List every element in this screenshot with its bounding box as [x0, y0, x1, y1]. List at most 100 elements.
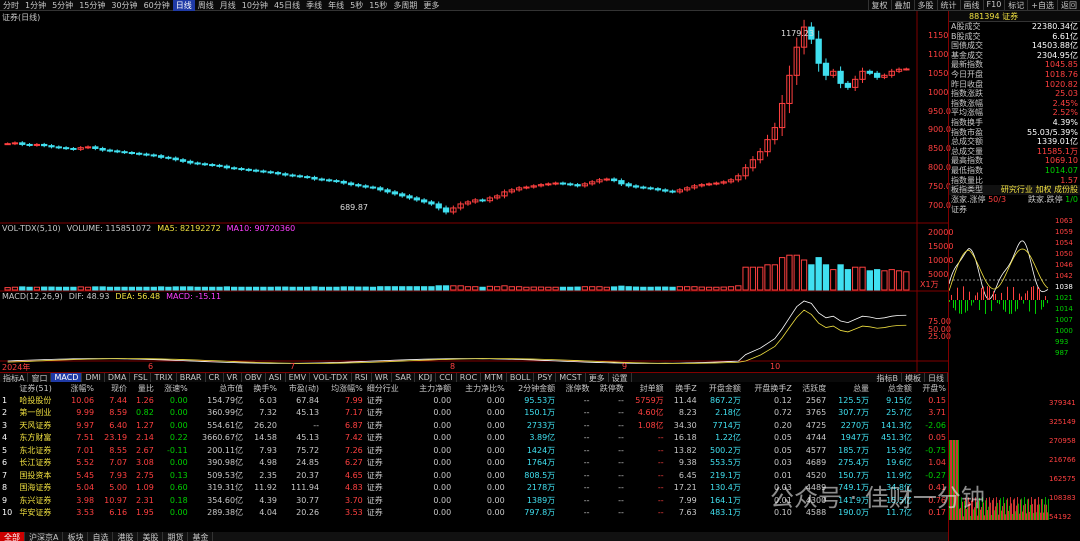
- column-header-0[interactable]: [0, 383, 17, 394]
- period-tab-5[interactable]: 60分钟: [141, 0, 173, 11]
- right-tab-1[interactable]: 模板: [902, 373, 925, 383]
- indicator-tab-9[interactable]: VR: [224, 373, 242, 382]
- table-row[interactable]: 1 哈投股份 10.06 7.44 1.26 0.00 154.79亿 6.03 67.84 7.…: [0, 394, 948, 407]
- period-tab-2[interactable]: 5分钟: [49, 0, 76, 11]
- column-header-4[interactable]: 量比: [129, 383, 156, 394]
- column-header-16[interactable]: 封单额: [626, 383, 666, 394]
- indicator-tab-7[interactable]: BRAR: [177, 373, 206, 382]
- toolbar-button-0[interactable]: 复权: [867, 0, 891, 11]
- period-tab-6[interactable]: 日线: [172, 0, 195, 11]
- indicator-tab-2[interactable]: MACD: [51, 373, 83, 382]
- table-cell: 7.51: [76, 433, 95, 443]
- indicator-tab-0[interactable]: 指标A: [0, 373, 29, 383]
- table-row[interactable]: 4 东方财富 7.51 23.19 2.14 0.22 3660.67亿 14.58 45.13…: [0, 432, 948, 445]
- period-tab-15[interactable]: 多周期: [390, 0, 420, 11]
- column-header-21[interactable]: 总量: [828, 383, 871, 394]
- toolbar-button-8[interactable]: 返回: [1057, 0, 1080, 11]
- indicator-tab-10[interactable]: OBV: [242, 373, 266, 382]
- column-header-1[interactable]: 证券(51): [17, 383, 62, 394]
- column-header-2[interactable]: 涨幅%: [62, 383, 96, 394]
- table-row[interactable]: 6 长江证券 5.52 7.07 3.08 0.00 390.98亿 4.98 24.85 6.2…: [0, 457, 948, 470]
- column-header-9[interactable]: 均涨幅%: [321, 383, 365, 394]
- toolbar-button-2[interactable]: 多股: [913, 0, 937, 11]
- indicator-tab-6[interactable]: TRIX: [151, 373, 177, 382]
- period-tab-1[interactable]: 1分钟: [22, 0, 49, 11]
- market-tab-1[interactable]: 沪深京A: [25, 532, 64, 541]
- table-row[interactable]: 5 东北证券 7.01 8.55 2.67 -0.11 200.11亿 7.93 75.72 7.…: [0, 444, 948, 457]
- chart-area[interactable]: [0, 11, 948, 373]
- indicator-tab-22[interactable]: PSY: [534, 373, 557, 382]
- column-header-15[interactable]: 跌停数: [592, 383, 626, 394]
- table-cell: 证券: [366, 495, 383, 505]
- volume-bar: [77, 286, 84, 291]
- period-tab-8[interactable]: 月线: [217, 0, 239, 11]
- indicator-tab-1[interactable]: 窗口: [28, 373, 52, 383]
- indicator-tab-24[interactable]: 更多: [586, 373, 609, 383]
- column-header-22[interactable]: 总金额: [871, 383, 914, 394]
- column-header-20[interactable]: 活跃度: [794, 383, 828, 394]
- column-header-7[interactable]: 换手%: [245, 383, 279, 394]
- period-tab-3[interactable]: 15分钟: [76, 0, 108, 11]
- indicator-tab-4[interactable]: DMA: [105, 373, 131, 382]
- period-tab-9[interactable]: 10分钟: [239, 0, 271, 11]
- toolbar-button-7[interactable]: +自选: [1027, 0, 1057, 11]
- period-tab-11[interactable]: 季线: [303, 0, 325, 11]
- indicator-tab-12[interactable]: EMV: [286, 373, 311, 382]
- indicator-tab-23[interactable]: MCST: [556, 373, 586, 382]
- toolbar-button-3[interactable]: 统计: [936, 0, 960, 11]
- market-tab-5[interactable]: 美股: [138, 532, 164, 541]
- period-tab-14[interactable]: 15秒: [366, 0, 390, 11]
- market-tab-2[interactable]: 板块: [63, 532, 89, 541]
- indicator-tab-11[interactable]: ASI: [266, 373, 286, 382]
- indicator-tab-16[interactable]: SAR: [392, 373, 416, 382]
- right-tab-2[interactable]: 日线: [925, 373, 948, 383]
- period-tab-16[interactable]: 更多: [420, 0, 442, 11]
- table-row[interactable]: 2 第一创业 9.99 8.59 0.82 0.00 360.99亿 7.32 45.13 7.1…: [0, 407, 948, 420]
- market-tab-4[interactable]: 港股: [113, 532, 139, 541]
- period-tab-12[interactable]: 年线: [325, 0, 347, 11]
- column-header-19[interactable]: 开盘换手Z: [743, 383, 794, 394]
- period-tab-4[interactable]: 30分钟: [108, 0, 140, 11]
- column-header-11[interactable]: 主力净额: [409, 383, 453, 394]
- period-tab-13[interactable]: 5秒: [347, 0, 366, 11]
- column-header-23[interactable]: 开盘%: [914, 383, 948, 394]
- table-cell: --: [657, 508, 664, 518]
- column-header-3[interactable]: 现价: [96, 383, 129, 394]
- market-tab-7[interactable]: 基金: [188, 532, 214, 541]
- candle-body: [179, 159, 187, 162]
- toolbar-button-4[interactable]: 画线: [959, 0, 983, 11]
- table-row[interactable]: 3 天风证券 9.97 6.40 1.27 0.00 554.61亿 26.20 -- 6.87 证…: [0, 419, 948, 432]
- column-header-8[interactable]: 市盈(动): [279, 383, 321, 394]
- table-cell: 75.72: [296, 445, 320, 455]
- indicator-tab-5[interactable]: FSL: [130, 373, 152, 382]
- toolbar-button-6[interactable]: 标记: [1004, 0, 1027, 11]
- indicator-tab-18[interactable]: CCI: [436, 373, 457, 382]
- column-header-14[interactable]: 涨停数: [557, 383, 591, 394]
- indicator-tab-8[interactable]: CR: [206, 373, 224, 382]
- column-header-18[interactable]: 开盘金额: [699, 383, 743, 394]
- indicator-tab-15[interactable]: WR: [372, 373, 393, 382]
- market-tab-0[interactable]: 全部: [0, 532, 25, 541]
- column-header-10[interactable]: 细分行业: [365, 383, 409, 394]
- market-tab-6[interactable]: 期货: [163, 532, 189, 541]
- market-tab-3[interactable]: 自选: [88, 532, 114, 541]
- indicator-tab-20[interactable]: MTM: [481, 373, 507, 382]
- column-header-12[interactable]: 主力净比%: [453, 383, 507, 394]
- indicator-tab-17[interactable]: KDJ: [415, 373, 437, 382]
- indicator-tab-19[interactable]: ROC: [457, 373, 482, 382]
- period-tab-0[interactable]: 分时: [0, 0, 22, 11]
- column-header-13[interactable]: 2分钟金额: [507, 383, 557, 394]
- column-header-6[interactable]: 总市值: [190, 383, 245, 394]
- indicator-tab-13[interactable]: VOL-TDX: [310, 373, 352, 382]
- right-tab-0[interactable]: 指标B: [874, 373, 902, 383]
- indicator-tab-21[interactable]: BOLL: [507, 373, 535, 382]
- toolbar-button-5[interactable]: F10: [982, 0, 1005, 11]
- column-header-17[interactable]: 换手Z: [666, 383, 699, 394]
- column-header-5[interactable]: 涨速%: [156, 383, 190, 394]
- indicator-tab-14[interactable]: RSI: [352, 373, 372, 382]
- indicator-tab-3[interactable]: DMI: [82, 373, 105, 382]
- period-tab-7[interactable]: 周线: [195, 0, 217, 11]
- period-tab-10[interactable]: 45日线: [271, 0, 303, 11]
- indicator-tab-25[interactable]: 设置: [609, 373, 632, 383]
- toolbar-button-1[interactable]: 叠加: [890, 0, 914, 11]
